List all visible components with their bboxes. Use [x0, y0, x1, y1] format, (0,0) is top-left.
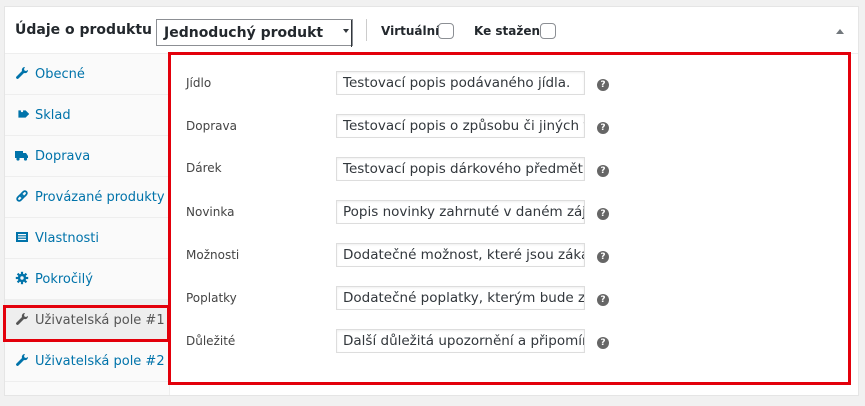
tab-label: Obecné — [35, 67, 85, 82]
header-divider — [366, 19, 367, 41]
tab-provazane-produkty[interactable]: Provázané produkty — [5, 177, 170, 218]
tab-obecne[interactable]: Obecné — [5, 54, 170, 95]
download-label: Ke stažení: — [474, 24, 549, 38]
highlight-active-tab — [3, 305, 170, 342]
tab-uzivatelska-pole-2[interactable]: Uživatelská pole #2 — [5, 341, 170, 382]
tab-label: Pokročilý — [35, 272, 93, 287]
wrench-icon — [16, 66, 29, 79]
highlight-fields-area — [168, 52, 851, 385]
tab-label: Sklad — [35, 108, 71, 123]
product-type-value: Jednoduchý produkt — [164, 25, 324, 41]
virtual-checkbox[interactable] — [438, 23, 454, 39]
tab-doprava[interactable]: Doprava — [5, 136, 170, 177]
virtual-label: Virtuální: — [381, 24, 445, 38]
tag-icon — [18, 109, 29, 118]
truck-icon — [15, 151, 28, 161]
wrench-icon — [16, 353, 29, 366]
panel-header: Údaje o produktu — Jednoduchý produkt Vi… — [5, 7, 858, 54]
download-checkbox[interactable] — [540, 23, 556, 39]
tab-label: Vlastnosti — [35, 231, 100, 246]
collapse-toggle-icon[interactable] — [836, 29, 844, 34]
gear-icon — [15, 271, 29, 285]
link-icon — [16, 190, 28, 202]
tab-label: Provázané produkty — [35, 190, 165, 205]
list-icon — [16, 232, 28, 242]
tab-vlastnosti[interactable]: Vlastnosti — [5, 218, 170, 259]
panel-title: Údaje o produktu — — [15, 22, 171, 38]
tab-pokrocily[interactable]: Pokročilý — [5, 259, 170, 300]
tab-label: Uživatelská pole #2 — [35, 354, 165, 369]
product-data-tabs: Obecné Sklad Doprava Provázané produkty … — [5, 54, 170, 395]
tab-sklad[interactable]: Sklad — [5, 95, 170, 136]
tab-label: Doprava — [35, 149, 91, 164]
product-type-select[interactable]: Jednoduchý produkt — [156, 19, 353, 47]
chevron-down-icon — [341, 20, 352, 47]
